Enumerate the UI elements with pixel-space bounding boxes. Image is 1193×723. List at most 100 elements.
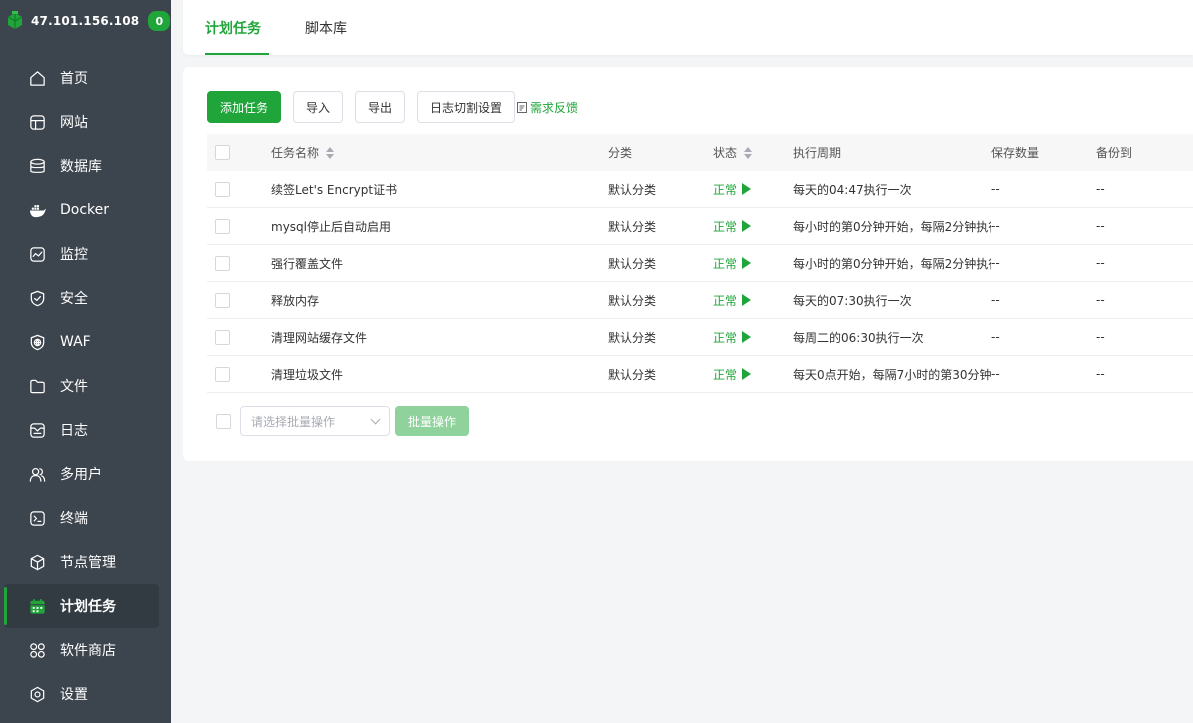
database-icon: [28, 157, 47, 176]
sidebar-item[interactable]: 数据库: [0, 144, 171, 188]
sidebar-item[interactable]: 终端: [0, 496, 171, 540]
tab-script-library[interactable]: 脚本库: [287, 0, 365, 55]
task-status[interactable]: 正常: [713, 218, 752, 235]
row-checkbox[interactable]: [215, 292, 230, 308]
sort-icon[interactable]: [326, 146, 335, 159]
task-keep-count: --: [991, 330, 1000, 344]
sidebar-item-label: 网站: [60, 115, 88, 131]
play-icon: [742, 294, 752, 306]
website-icon: [28, 113, 47, 132]
log-icon: [28, 421, 47, 440]
task-category: 默认分类: [608, 219, 657, 234]
users-icon: [28, 465, 47, 484]
batch-operation-button[interactable]: 批量操作: [395, 406, 470, 436]
sidebar-item[interactable]: 计划任务: [4, 584, 159, 628]
sidebar: 47.101.156.108 0 首页 网站 数据库 Docker 监控 安全 WAF 文件日…: [0, 0, 171, 723]
task-status[interactable]: 正常: [713, 366, 752, 383]
task-keep-count: --: [991, 256, 1000, 270]
task-status[interactable]: 正常: [713, 329, 752, 346]
task-name[interactable]: 续签Let's Encrypt证书: [271, 181, 608, 198]
task-status[interactable]: 正常: [713, 292, 752, 309]
task-backup-target: --: [1096, 182, 1105, 196]
feedback-link[interactable]: 需求反馈: [517, 99, 578, 116]
sidebar-item-label: Docker: [60, 202, 110, 218]
sidebar-item-label: 日志: [60, 423, 88, 439]
task-backup-target: --: [1096, 367, 1105, 381]
sidebar-item[interactable]: 多用户: [0, 452, 171, 496]
play-icon: [742, 183, 752, 195]
task-status-label: 正常: [713, 367, 738, 382]
sidebar-item[interactable]: Docker: [0, 188, 171, 232]
play-icon: [742, 331, 752, 343]
play-icon: [742, 368, 752, 380]
header-name-label: 任务名称: [271, 146, 320, 160]
task-status[interactable]: 正常: [713, 255, 752, 272]
task-status-label: 正常: [713, 256, 738, 271]
monitor-icon: [28, 245, 47, 264]
sort-icon[interactable]: [744, 146, 753, 159]
settings-icon: [28, 685, 47, 704]
batch-bar: 请选择批量操作 批量操作: [216, 406, 470, 436]
task-backup-target: --: [1096, 256, 1105, 270]
sidebar-item[interactable]: 设置: [0, 672, 171, 716]
task-category: 默认分类: [608, 182, 657, 197]
header-status-label: 状态: [713, 146, 738, 160]
node-icon: [28, 553, 47, 572]
header-name[interactable]: 任务名称: [271, 144, 608, 161]
folder-icon: [28, 377, 47, 396]
task-name[interactable]: mysql停止后自动启用: [271, 218, 608, 235]
calendar-icon: [28, 597, 47, 616]
waf-icon: [28, 333, 47, 352]
sidebar-item-label: 节点管理: [60, 555, 116, 571]
sidebar-item-label: 文件: [60, 379, 88, 395]
select-all-checkbox[interactable]: [215, 145, 230, 160]
sidebar-item-label: 多用户: [60, 467, 102, 483]
apps-icon: [28, 641, 47, 660]
task-name[interactable]: 强行覆盖文件: [271, 255, 608, 272]
row-checkbox[interactable]: [215, 255, 230, 271]
task-name[interactable]: 清理网站缓存文件: [271, 329, 608, 346]
header-cycle: 执行周期: [793, 146, 842, 160]
batch-operation-select[interactable]: 请选择批量操作: [240, 406, 390, 436]
task-status[interactable]: 正常: [713, 181, 752, 198]
add-task-button[interactable]: 添加任务: [207, 91, 281, 123]
task-cycle: 每天的04:47执行一次: [793, 182, 912, 197]
tab-cron-tasks[interactable]: 计划任务: [187, 0, 287, 55]
toolbar: 添加任务 导入 导出 日志切割设置 需求反馈: [207, 91, 578, 123]
task-category: 默认分类: [608, 330, 657, 345]
sidebar-item[interactable]: 网站: [0, 100, 171, 144]
batch-select-checkbox[interactable]: [216, 413, 231, 429]
table-header: 任务名称 分类 状态 执行周期 保存数量 备份到: [207, 134, 1193, 171]
sidebar-item[interactable]: 首页: [0, 56, 171, 100]
header-status[interactable]: 状态: [713, 144, 793, 161]
import-button[interactable]: 导入: [293, 91, 343, 123]
task-name[interactable]: 释放内存: [271, 292, 608, 309]
sidebar-item[interactable]: 安全: [0, 276, 171, 320]
sidebar-item[interactable]: 日志: [0, 408, 171, 452]
log-cut-settings-button[interactable]: 日志切割设置: [417, 91, 515, 123]
sidebar-item[interactable]: 节点管理: [0, 540, 171, 584]
sidebar-item-label: WAF: [60, 334, 91, 350]
row-checkbox[interactable]: [215, 366, 230, 382]
row-checkbox[interactable]: [215, 181, 230, 197]
notification-badge[interactable]: 0: [148, 11, 171, 31]
sidebar-item[interactable]: WAF: [0, 320, 171, 364]
task-cycle: 每周二的06:30执行一次: [793, 330, 924, 345]
task-keep-count: --: [991, 367, 1000, 381]
task-cycle: 每小时的第0分钟开始，每隔2分钟执行一次: [793, 256, 991, 271]
row-checkbox[interactable]: [215, 218, 230, 234]
home-icon: [28, 69, 47, 88]
task-backup-target: --: [1096, 293, 1105, 307]
task-status-label: 正常: [713, 293, 738, 308]
export-button[interactable]: 导出: [355, 91, 405, 123]
table-row: mysql停止后自动启用默认分类正常每小时的第0分钟开始，每隔2分钟执行一次--…: [207, 208, 1193, 245]
sidebar-item[interactable]: 软件商店: [0, 628, 171, 672]
task-name[interactable]: 清理垃圾文件: [271, 366, 608, 383]
sidebar-item[interactable]: 监控: [0, 232, 171, 276]
terminal-icon: [28, 509, 47, 528]
sidebar-item-label: 软件商店: [60, 643, 116, 659]
sidebar-item[interactable]: 文件: [0, 364, 171, 408]
table-row: 清理网站缓存文件 默认分类 正常 每周二的06:30执行一次 -- --: [207, 319, 1193, 356]
row-checkbox[interactable]: [215, 329, 230, 345]
task-status-label: 正常: [713, 330, 738, 345]
